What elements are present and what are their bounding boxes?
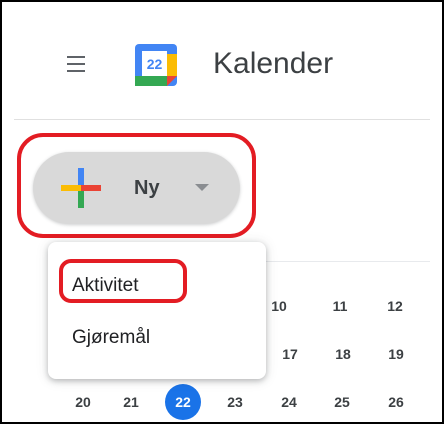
mini-calendar-day[interactable]: 23	[220, 387, 250, 417]
mini-calendar-day[interactable]: 19	[381, 339, 411, 369]
mini-calendar-day[interactable]: 24	[274, 387, 304, 417]
mini-calendar-today[interactable]: 22	[165, 384, 201, 420]
mini-calendar-day[interactable]: 10	[264, 291, 294, 321]
hamburger-menu-icon-line	[67, 56, 85, 58]
logo-date: 22	[147, 56, 163, 72]
calendar-logo-icon[interactable]: 22	[135, 44, 177, 86]
menu-item-label: Aktivitet	[72, 275, 139, 296]
mini-calendar-day[interactable]: 21	[116, 387, 146, 417]
hamburger-menu-icon-line	[67, 63, 85, 65]
menu-item-event[interactable]: Aktivitet	[48, 264, 266, 308]
header-divider	[14, 119, 430, 120]
menu-item-label: Gjøremål	[72, 327, 151, 348]
mini-calendar-day[interactable]: 26	[381, 387, 411, 417]
mini-calendar-divider	[264, 261, 430, 262]
plus-icon	[61, 168, 101, 208]
create-dropdown-menu: Aktivitet Gjøremål	[48, 242, 266, 379]
mini-calendar-day[interactable]: 18	[328, 339, 358, 369]
caret-down-icon	[195, 184, 209, 191]
create-button[interactable]: Ny	[33, 152, 240, 224]
app-title: Kalender	[213, 47, 334, 80]
mini-calendar-day[interactable]: 25	[327, 387, 357, 417]
menu-item-task[interactable]: Gjøremål	[48, 316, 266, 360]
mini-calendar-day[interactable]: 17	[275, 339, 305, 369]
mini-calendar-day[interactable]: 12	[380, 291, 410, 321]
mini-calendar-day[interactable]: 20	[68, 387, 98, 417]
hamburger-menu-icon-line	[67, 70, 85, 72]
create-button-label: Ny	[134, 177, 160, 199]
main-menu-button[interactable]	[58, 52, 88, 78]
mini-calendar-day[interactable]: 11	[325, 291, 355, 321]
app-window: 22 Kalender Ny 10 11 12 17 18 19 20 21 2…	[0, 0, 444, 424]
